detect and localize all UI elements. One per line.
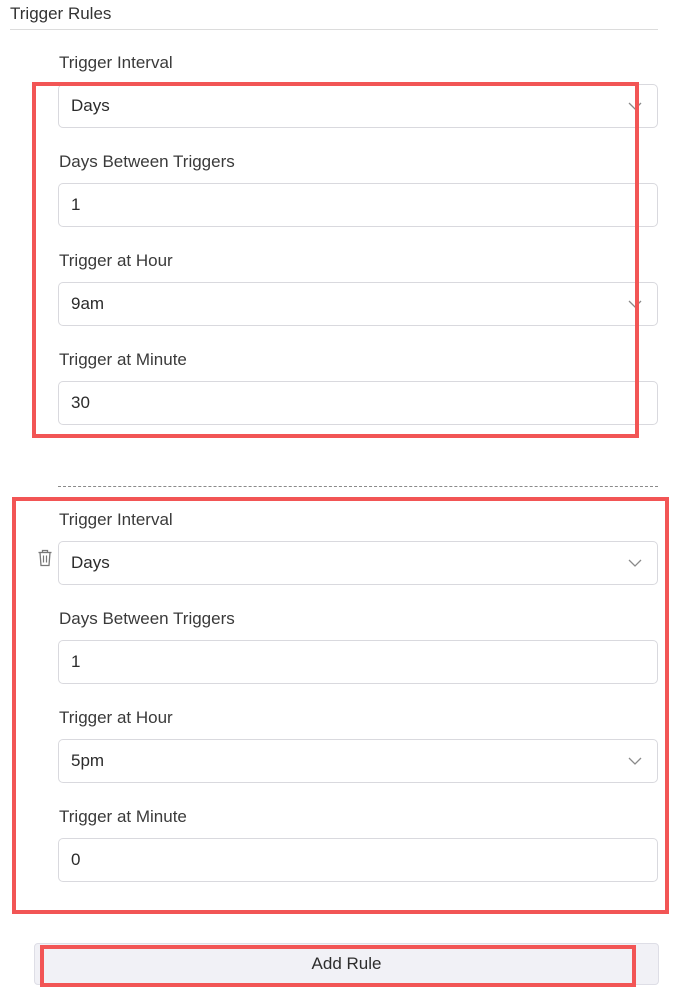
days-between-triggers-input[interactable]: 1 [58,640,658,684]
chevron-down-icon [628,757,642,765]
trigger-minute-label: Trigger at Minute [59,807,187,826]
section-title: Trigger Rules [10,4,112,23]
trigger-hour-value: 5pm [71,751,105,770]
trash-icon[interactable] [37,549,53,567]
trigger-hour-label: Trigger at Hour [59,251,173,270]
days-between-triggers-label: Days Between Triggers [59,609,235,628]
trigger-hour-select[interactable]: 5pm [58,739,658,783]
trigger-hour-select[interactable]: 9am [58,282,658,326]
trigger-hour-value: 9am [71,294,105,313]
section-divider [10,29,658,30]
trigger-interval-value: Days [71,96,110,115]
trigger-hour-label: Trigger at Hour [59,708,173,727]
trigger-minute-label: Trigger at Minute [59,350,187,369]
trigger-interval-value: Days [71,553,110,572]
days-between-triggers-input[interactable]: 1 [58,183,658,227]
chevron-down-icon [628,559,642,567]
trigger-interval-select[interactable]: Days [58,84,658,128]
trigger-minute-input[interactable]: 30 [58,381,658,425]
trigger-interval-label: Trigger Interval [59,510,173,529]
days-between-triggers-label: Days Between Triggers [59,152,235,171]
days-between-triggers-value: 1 [71,195,81,214]
trigger-interval-label: Trigger Interval [59,53,173,72]
trigger-minute-value: 0 [71,850,81,869]
rule-divider [58,486,658,487]
trigger-minute-value: 30 [71,393,90,412]
trigger-minute-input[interactable]: 0 [58,838,658,882]
trigger-interval-select[interactable]: Days [58,541,658,585]
chevron-down-icon [628,102,642,110]
chevron-down-icon [628,300,642,308]
days-between-triggers-value: 1 [71,652,81,671]
trigger-rules-panel: Trigger Rules Trigger Interval Days Days… [0,0,687,1005]
add-rule-button[interactable]: Add Rule [34,943,659,985]
